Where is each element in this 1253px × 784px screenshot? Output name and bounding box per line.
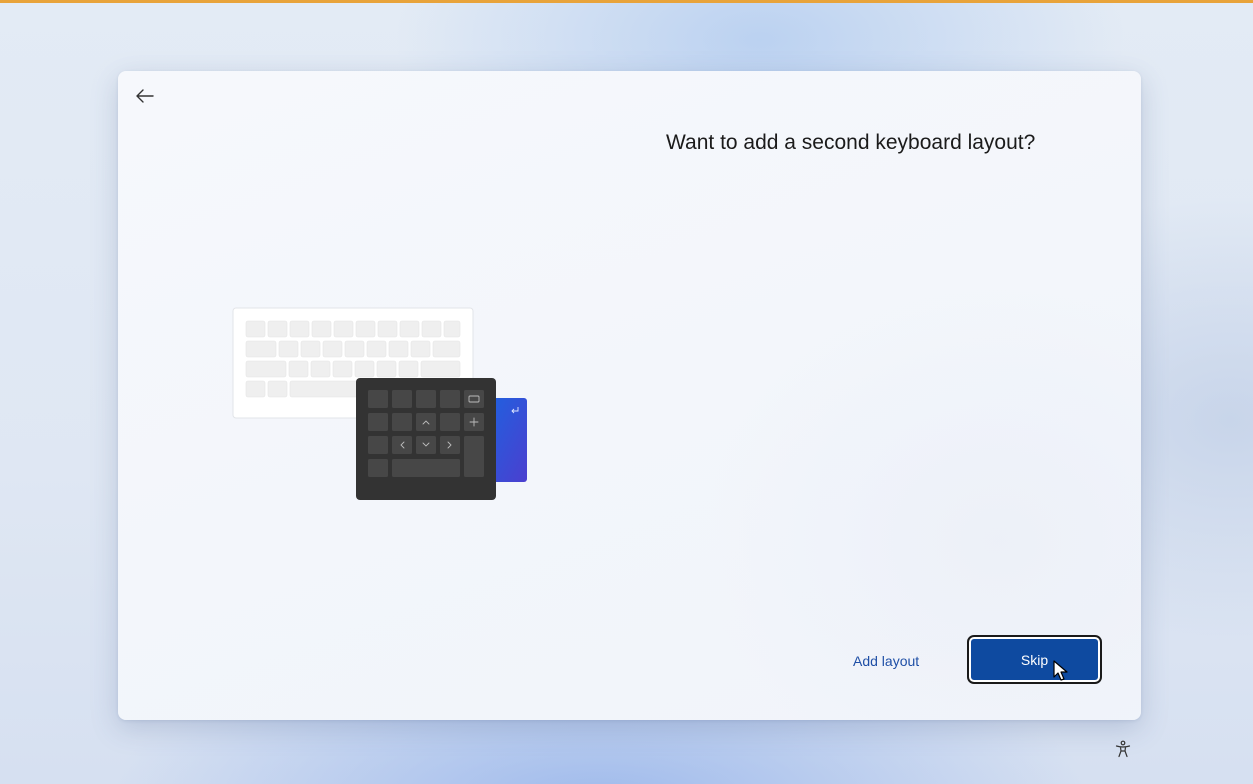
- keyboard-layout-illustration: [232, 307, 527, 500]
- page-title: Want to add a second keyboard layout?: [666, 131, 1036, 154]
- back-button[interactable]: [132, 83, 158, 109]
- accessibility-button[interactable]: [1112, 738, 1134, 760]
- arrow-left-icon: [136, 89, 154, 103]
- setup-card: Want to add a second keyboard layout? Ad…: [118, 71, 1141, 720]
- accessibility-icon: [1115, 740, 1131, 758]
- dark-numpad-graphic: [356, 378, 496, 500]
- skip-button[interactable]: Skip: [967, 635, 1102, 684]
- add-layout-button[interactable]: Add layout: [853, 653, 919, 669]
- window-top-border: [0, 0, 1253, 3]
